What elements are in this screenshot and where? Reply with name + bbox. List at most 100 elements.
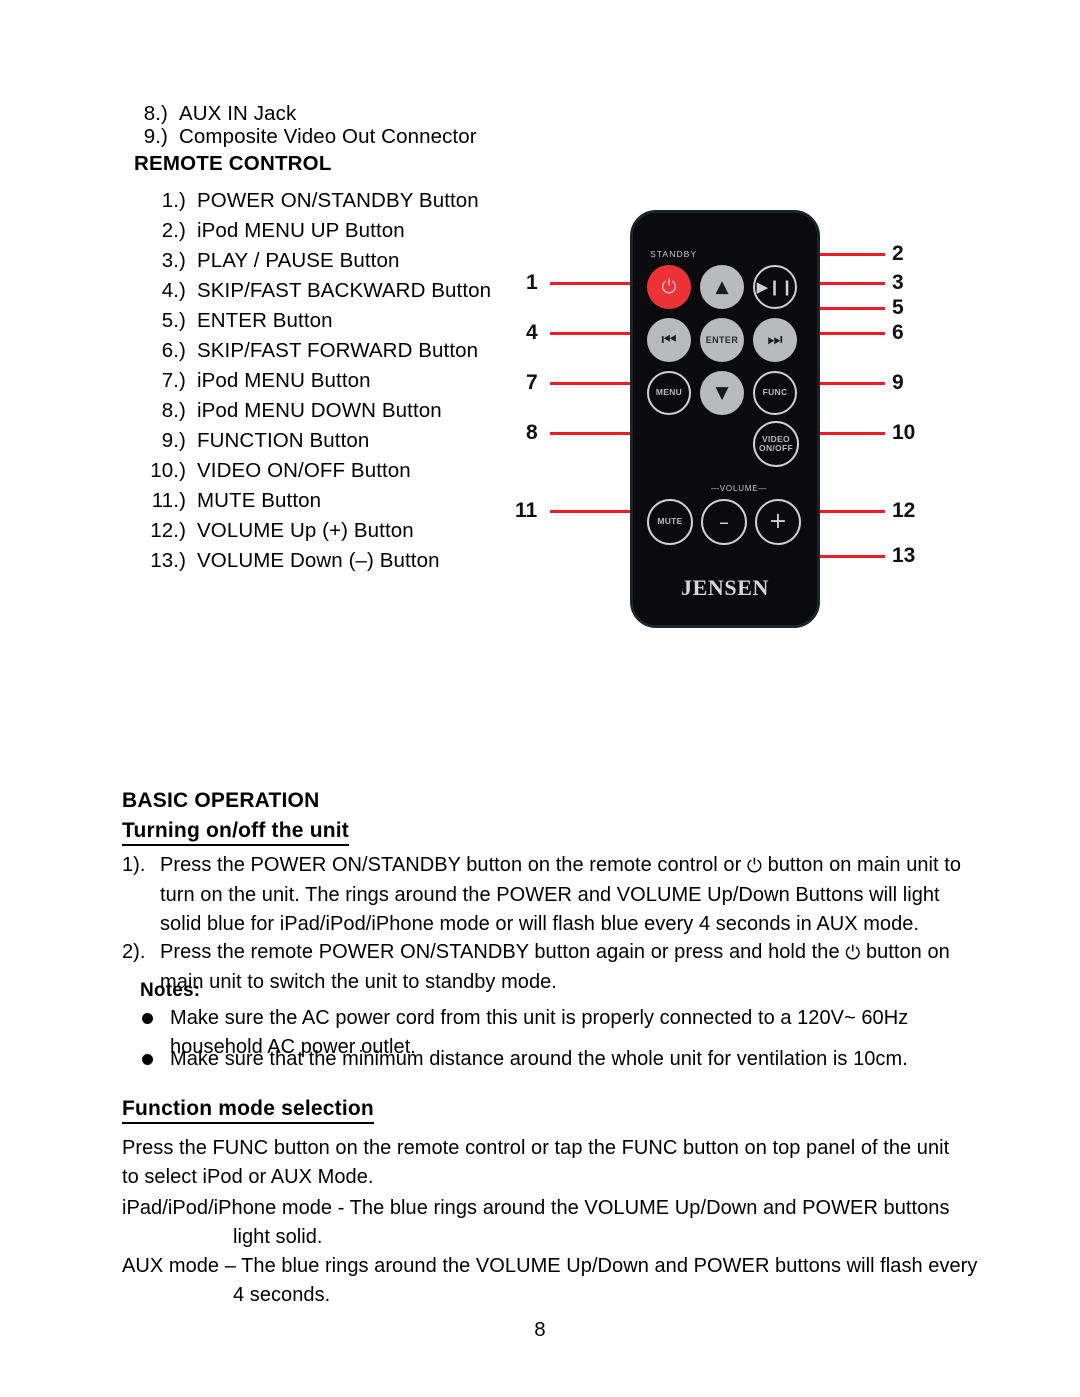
note-item-2: Make sure that the minimum distance arou…: [170, 1048, 908, 1070]
plus-icon: +: [768, 509, 788, 534]
list-item-label: SKIP/FAST BACKWARD Button: [197, 279, 492, 302]
step-text-a: Press the POWER ON/STANDBY button on the…: [160, 854, 747, 876]
remote-list-item-5: 5.) ENTER Button: [140, 306, 333, 336]
callout-number-11: 11: [515, 499, 538, 522]
list-item-label: PLAY / PAUSE Button: [197, 249, 400, 272]
remote-list-item-7: 7.) iPod MENU Button: [140, 366, 371, 396]
bullet-icon: [142, 1054, 153, 1065]
list-item-label: ENTER Button: [197, 309, 333, 332]
list-item-number: 1.): [161, 189, 186, 212]
list-item-label: FUNCTION Button: [197, 429, 370, 452]
list-item-number: 7.): [161, 369, 186, 392]
power-icon: ⏻: [661, 275, 677, 298]
list-item-number: 2.): [161, 219, 186, 242]
list-item-label: VOLUME Up (+) Button: [197, 519, 414, 542]
func-label: FUNC: [762, 387, 788, 398]
skip-forward-button[interactable]: ⏭: [753, 318, 797, 362]
list-item-label: VOLUME Down (–) Button: [197, 549, 440, 572]
function-mode-aux-line1: AUX mode – The blue rings around the VOL…: [122, 1255, 978, 1277]
function-mode-aux-line2: 4 seconds.: [233, 1284, 331, 1306]
basic-operation-step-2: 2). Press the remote POWER ON/STANDBY bu…: [122, 938, 967, 997]
enter-button[interactable]: ENTER: [700, 318, 744, 362]
video-onoff-button[interactable]: VIDEO ON/OFF: [753, 421, 799, 467]
list-item: 9.) Composite Video Out Connector: [122, 122, 477, 152]
basic-operation-heading: BASIC OPERATION: [122, 789, 320, 812]
callout-number-9: 9: [892, 371, 904, 394]
bullet-icon: [142, 1013, 153, 1024]
list-item-number: 12.): [150, 519, 186, 542]
remote-body: STANDBY ⏻ ▲ ▶❙❙ ⏮ ENTER ⏭ MENU ▼ FUNC VI…: [630, 210, 820, 628]
power-button[interactable]: ⏻: [647, 265, 691, 309]
callout-number-3: 3: [892, 271, 904, 294]
step-number: 1).: [122, 854, 146, 876]
mute-label: MUTE: [657, 516, 683, 527]
menu-label: MENU: [655, 387, 683, 398]
menu-up-button[interactable]: ▲: [700, 265, 744, 309]
play-pause-button[interactable]: ▶❙❙: [753, 265, 797, 309]
step-number: 2).: [122, 941, 146, 963]
remote-list-item-6: 6.) SKIP/FAST FORWARD Button: [140, 336, 478, 366]
callout-number-5: 5: [892, 296, 904, 319]
skip-backward-icon: ⏮: [661, 329, 677, 350]
remote-control-heading: REMOTE CONTROL: [134, 152, 332, 175]
list-item-number: 11.): [151, 489, 186, 512]
document-page: 8.) AUX IN Jack 9.) Composite Video Out Co…: [0, 0, 1080, 1397]
function-mode-intro: Press the FUNC button on the remote cont…: [122, 1137, 950, 1188]
remote-list-item-11: 11.) MUTE Button: [130, 486, 321, 516]
volume-up-button[interactable]: +: [755, 499, 801, 545]
list-item-number: 5.): [161, 309, 186, 332]
callout-number-8: 8: [526, 421, 538, 444]
remote-list-item-3: 3.) PLAY / PAUSE Button: [140, 246, 400, 276]
callout-number-12: 12: [892, 499, 916, 522]
callout-number-4: 4: [526, 321, 538, 344]
list-item-number: 3.): [161, 249, 186, 272]
list-item-number: 6.): [161, 339, 186, 362]
enter-label: ENTER: [705, 335, 739, 345]
basic-operation-step-1: 1). Press the POWER ON/STANDBY button on…: [122, 851, 967, 939]
volume-down-button[interactable]: –: [701, 499, 747, 545]
list-item-label: iPod MENU Button: [197, 369, 371, 392]
remote-control-diagram: STANDBY ⏻ ▲ ▶❙❙ ⏮ ENTER ⏭ MENU ▼ FUNC VI…: [515, 200, 960, 640]
remote-list-item-9: 9.) FUNCTION Button: [140, 426, 370, 456]
function-mode-ipod-line2: light solid.: [233, 1226, 323, 1248]
remote-list-item-8: 8.) iPod MENU DOWN Button: [140, 396, 442, 426]
page-number: 8: [534, 1318, 546, 1341]
list-item-label: MUTE Button: [197, 489, 322, 512]
power-icon: ⏻: [746, 855, 762, 877]
list-item-number: 13.): [150, 549, 186, 572]
skip-backward-button[interactable]: ⏮: [647, 318, 691, 362]
list-item-number: 10.): [150, 459, 186, 482]
play-pause-icon: ▶❙❙: [756, 277, 794, 296]
list-item-number: 8.): [161, 399, 186, 422]
list-item-number: 9.): [143, 125, 168, 148]
list-item-label: SKIP/FAST FORWARD Button: [197, 339, 479, 362]
callout-number-1: 1: [526, 271, 538, 294]
minus-icon: –: [719, 510, 729, 534]
arrow-up-icon: ▲: [715, 276, 729, 297]
list-item-label: VIDEO ON/OFF Button: [197, 459, 411, 482]
function-mode-ipod-line1: iPad/iPod/iPhone mode - The blue rings a…: [122, 1197, 950, 1219]
arrow-down-icon: ▼: [715, 382, 729, 403]
list-item-label: iPod MENU DOWN Button: [197, 399, 442, 422]
func-button[interactable]: FUNC: [753, 371, 797, 415]
list-item-number: 4.): [161, 279, 186, 302]
remote-list-item-10: 10.) VIDEO ON/OFF Button: [130, 456, 411, 486]
skip-forward-icon: ⏭: [767, 329, 783, 350]
remote-list-item-13: 13.) VOLUME Down (–) Button: [130, 546, 440, 576]
standby-label: STANDBY: [650, 249, 698, 259]
mute-button[interactable]: MUTE: [647, 499, 693, 545]
video-label-line2: ON/OFF: [759, 443, 793, 453]
function-mode-subheading: Function mode selection: [122, 1097, 374, 1124]
remote-list-item-2: 2.) iPod MENU UP Button: [140, 216, 405, 246]
menu-down-button[interactable]: ▼: [700, 371, 744, 415]
callout-number-2: 2: [892, 242, 904, 265]
power-icon: ⏻: [845, 942, 861, 964]
volume-label: —VOLUME—: [711, 484, 768, 493]
remote-list-item-1: 1.) POWER ON/STANDBY Button: [140, 186, 479, 216]
callout-number-10: 10: [892, 421, 916, 444]
step-text-a: Press the remote POWER ON/STANDBY button…: [160, 941, 846, 963]
menu-button[interactable]: MENU: [647, 371, 691, 415]
notes-heading: Notes:: [140, 980, 201, 1001]
list-item-label: iPod MENU UP Button: [197, 219, 405, 242]
callout-number-13: 13: [892, 544, 916, 567]
